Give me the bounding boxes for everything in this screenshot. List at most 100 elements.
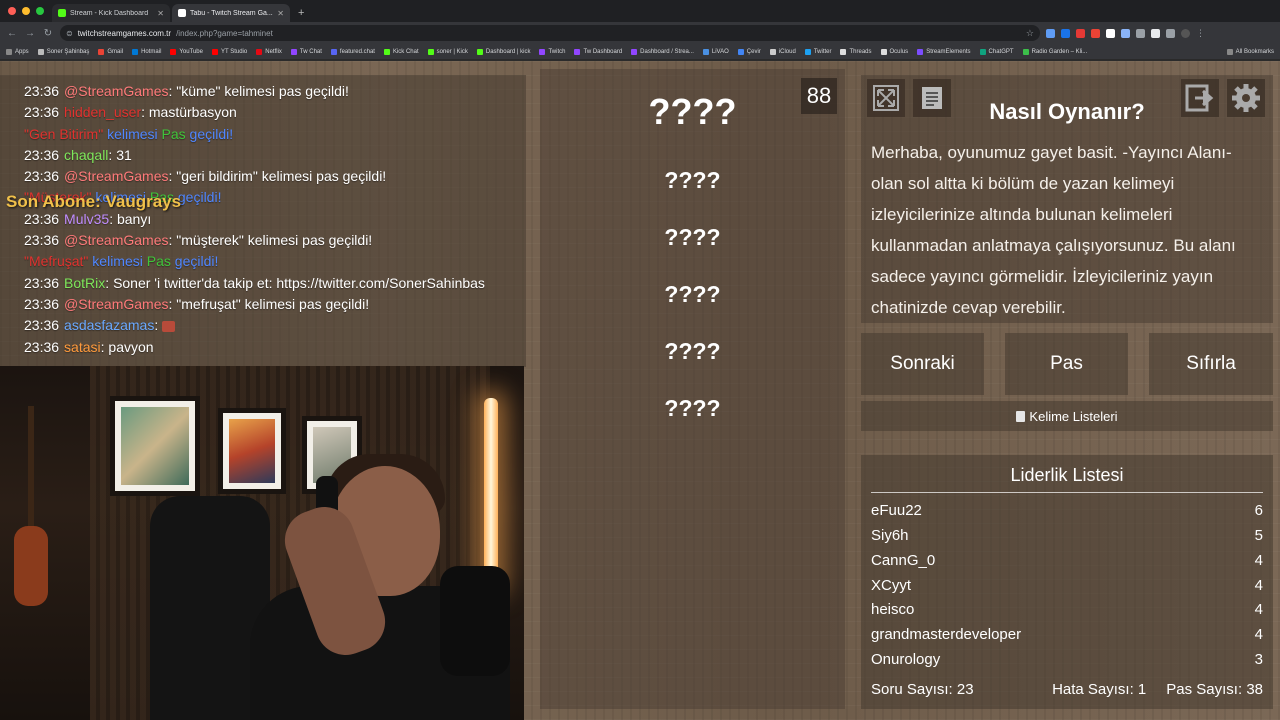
- bookmark-item[interactable]: Hotmail: [132, 48, 162, 55]
- youtube-icon: [211, 48, 218, 55]
- bookmark-item[interactable]: soner | Kick: [427, 48, 468, 55]
- tab-label: Stream - Kick Dashboard: [70, 9, 149, 17]
- bookmark-label: Dashboard | kick: [485, 48, 531, 55]
- bookmark-item[interactable]: Soner Şahinbaş: [37, 48, 89, 55]
- bookmark-item[interactable]: Oculus: [880, 48, 908, 55]
- back-icon[interactable]: ←: [6, 28, 18, 39]
- bookmark-item[interactable]: Apps: [6, 48, 29, 55]
- player-name: eFuu22: [871, 502, 922, 519]
- bookmark-label: iCloud: [778, 48, 796, 55]
- bookmark-item[interactable]: Çevir: [737, 48, 761, 55]
- chat-username[interactable]: @StreamGames: [64, 168, 168, 184]
- bookmark-item[interactable]: StreamElements: [917, 48, 971, 55]
- close-window-button[interactable]: [8, 7, 16, 15]
- extension-icon[interactable]: [1046, 28, 1055, 38]
- leaderboard-row: XCyyt 4: [871, 577, 1263, 594]
- chat-username[interactable]: satasi: [64, 339, 101, 355]
- chat-username[interactable]: hidden_user: [64, 104, 141, 120]
- bookmark-label: All Bookmarks: [1235, 48, 1274, 55]
- bookmark-item[interactable]: Dashboard / Strea...: [631, 48, 694, 55]
- chat-username[interactable]: BotRix: [64, 275, 105, 291]
- bookmark-label: Çevir: [746, 48, 761, 55]
- close-tab-icon[interactable]: ✕: [157, 9, 164, 18]
- tab-tabu-game[interactable]: Tabu - Twitch Stream Ga... ✕: [172, 4, 290, 22]
- chat-separator: :: [154, 317, 163, 334]
- chat-text: pavyon: [108, 338, 154, 355]
- all-bookmarks[interactable]: All Bookmarks: [1226, 48, 1274, 55]
- bookmark-item[interactable]: featured.chat: [330, 48, 375, 55]
- extension-icon[interactable]: [1091, 28, 1100, 38]
- chat-segment: Pas: [146, 253, 171, 270]
- bookmark-star-icon[interactable]: ☆: [1026, 28, 1034, 39]
- minimize-window-button[interactable]: [22, 7, 30, 15]
- chat-username[interactable]: @StreamGames: [64, 232, 168, 248]
- guitar: [14, 406, 48, 706]
- bookmark-label: Hotmail: [141, 48, 162, 55]
- leaderboard-panel: Liderlik Listesi eFuu22 6 Siy6h 5 CannG_0 4…: [861, 455, 1273, 709]
- bookmark-item[interactable]: Kick Chat: [383, 48, 419, 55]
- menu-icon[interactable]: ⋮: [1196, 28, 1205, 39]
- bookmark-label: YouTube: [179, 48, 203, 55]
- bookmark-item[interactable]: Tw Chat: [290, 48, 322, 55]
- word-lists-label: Kelime Listeleri: [1029, 408, 1118, 424]
- extension-icon[interactable]: [1136, 28, 1145, 38]
- bookmark-item[interactable]: Tw Dashboard: [574, 48, 622, 55]
- question-count: Soru Sayısı: 23: [871, 681, 974, 698]
- bookmark-item[interactable]: ChatGPT: [979, 48, 1014, 55]
- bookmark-item[interactable]: Radio Garden – Kli...: [1022, 48, 1088, 55]
- bookmark-item[interactable]: YouTube: [170, 48, 203, 55]
- address-bar[interactable]: ⊜ twitchstreamgames.com.tr/index.php?gam…: [60, 25, 1040, 41]
- pass-button[interactable]: Pas: [1005, 333, 1128, 395]
- next-button[interactable]: Sonraki: [861, 333, 984, 395]
- extension-icon[interactable]: [1151, 28, 1160, 38]
- forward-icon[interactable]: →: [24, 28, 36, 39]
- leaderboard-row: CannG_0 4: [871, 552, 1263, 569]
- bookmark-item[interactable]: Netflix: [256, 48, 282, 55]
- bookmark-item[interactable]: Threads: [840, 48, 872, 55]
- profile-avatar[interactable]: [1181, 28, 1190, 38]
- chat-message: 23:36 @StreamGames: "geri bildirim" kelim…: [24, 166, 526, 187]
- bookmark-item[interactable]: iCloud: [769, 48, 796, 55]
- chat-message: 23:36 asdasfazamas:: [24, 315, 526, 336]
- extension-icon[interactable]: [1121, 28, 1130, 38]
- bookmark-item[interactable]: YT Studio: [211, 48, 247, 55]
- chat-username[interactable]: @StreamGames: [64, 296, 168, 312]
- oculus-icon: [880, 48, 887, 55]
- puzzle-icon[interactable]: [1166, 28, 1175, 38]
- close-tab-icon[interactable]: ✕: [277, 9, 284, 18]
- logout-icon[interactable]: [1181, 79, 1219, 117]
- radio-icon: [1022, 48, 1029, 55]
- chat-segment: kelimesi: [103, 125, 162, 142]
- game-stats: Soru Sayısı: 23 Hata Sayısı: 1 Pas Sayıs…: [871, 681, 1263, 698]
- tab-kick-dashboard[interactable]: Stream - Kick Dashboard ✕: [52, 4, 170, 22]
- chat-username[interactable]: @StreamGames: [64, 83, 168, 99]
- bookmark-label: Radio Garden – Kli...: [1031, 48, 1088, 55]
- extension-icon[interactable]: [1061, 28, 1070, 38]
- word-lists-button[interactable]: Kelime Listeleri: [861, 401, 1273, 431]
- chat-segment: kelimesi: [88, 253, 147, 270]
- extension-icon[interactable]: [1106, 28, 1115, 38]
- new-tab-icon[interactable]: +: [292, 4, 310, 22]
- chat-text: Soner 'i twitter'da takip et: https://tw…: [113, 274, 485, 291]
- chat-username[interactable]: chaqall: [64, 147, 108, 163]
- site-info-icon[interactable]: ⊜: [66, 29, 73, 38]
- reload-icon[interactable]: ↻: [42, 28, 54, 39]
- bookmark-item[interactable]: Dashboard | kick: [476, 48, 531, 55]
- chat-segment: geçildi!: [170, 253, 219, 270]
- bookmark-item[interactable]: LiVAO: [702, 48, 729, 55]
- chat-text: "küme" kelimesi pas geçildi!: [176, 83, 349, 99]
- chat-timestamp: 23:36: [24, 210, 60, 227]
- maximize-window-button[interactable]: [36, 7, 44, 15]
- bookmark-item[interactable]: Twitch: [539, 48, 565, 55]
- chat-username[interactable]: asdasfazamas: [64, 317, 154, 333]
- bookmark-label: Threads: [849, 48, 872, 55]
- microphone: [440, 566, 510, 676]
- chat-username[interactable]: Mulv35: [64, 211, 109, 227]
- game-page: 23:36 @StreamGames: "küme" kelimesi pas g…: [0, 61, 1280, 720]
- bookmark-item[interactable]: Twitter: [804, 48, 831, 55]
- bookmark-item[interactable]: Gmail: [98, 48, 123, 55]
- reset-button[interactable]: Sıfırla: [1149, 333, 1273, 395]
- bookmark-icon: [330, 48, 337, 55]
- extension-icon[interactable]: [1076, 28, 1085, 38]
- settings-gear-icon[interactable]: [1227, 79, 1265, 117]
